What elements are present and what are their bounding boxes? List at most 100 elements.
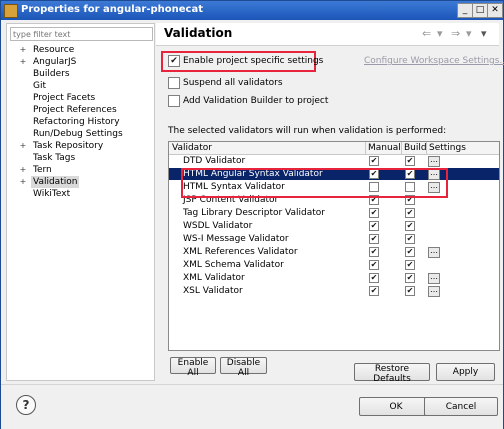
tree-item[interactable]: Run/Debug Settings bbox=[7, 128, 154, 140]
settings-button[interactable]: … bbox=[428, 156, 440, 167]
table-row[interactable]: XML References Validator ✔ ✔ … bbox=[169, 246, 499, 258]
apply-button[interactable]: Apply bbox=[436, 363, 495, 381]
settings-button[interactable]: … bbox=[428, 273, 440, 284]
table-row[interactable]: WSDL Validator ✔ ✔ bbox=[169, 220, 499, 232]
forward-dropdown-icon[interactable]: ▾ bbox=[466, 27, 472, 40]
tree-item-label: Run/Debug Settings bbox=[33, 129, 123, 139]
tree-item[interactable]: WikiText bbox=[7, 188, 154, 200]
validation-page: Validation ⇐ ▾ ⇒ ▾ ▾ ✔ Enable project sp… bbox=[156, 23, 504, 379]
tree-item[interactable]: Git bbox=[7, 80, 154, 92]
build-checkbox[interactable]: ✔ bbox=[405, 260, 415, 270]
expand-icon[interactable]: + bbox=[19, 176, 27, 188]
properties-dialog: Properties for angular-phonecat _ □ ✕ + R… bbox=[0, 0, 504, 429]
enable-project-settings-label: Enable project specific settings bbox=[183, 56, 324, 66]
navigation-panel: + Resource + AngularJS Builders Git Project Fa… bbox=[6, 23, 155, 381]
build-checkbox[interactable]: ✔ bbox=[405, 208, 415, 218]
build-checkbox[interactable]: ✔ bbox=[405, 234, 415, 244]
expand-icon[interactable]: + bbox=[19, 56, 27, 68]
validator-name: WS-I Message Validator bbox=[183, 234, 289, 244]
validator-name: XML Validator bbox=[183, 273, 245, 283]
table-row[interactable]: Tag Library Descriptor Validator ✔ ✔ bbox=[169, 207, 499, 219]
tree-item-label: Project Facets bbox=[33, 93, 96, 103]
view-menu-icon[interactable]: ▾ bbox=[481, 27, 487, 40]
expand-icon[interactable]: + bbox=[19, 164, 27, 176]
expand-icon[interactable]: + bbox=[19, 140, 27, 152]
configure-workspace-link[interactable]: Configure Workspace Settings... bbox=[364, 56, 504, 66]
back-arrow-icon[interactable]: ⇐ bbox=[422, 27, 431, 40]
manual-checkbox[interactable]: ✔ bbox=[369, 234, 379, 244]
back-dropdown-icon[interactable]: ▾ bbox=[437, 27, 443, 40]
cancel-button[interactable]: Cancel bbox=[424, 397, 498, 416]
ok-button[interactable]: OK bbox=[359, 397, 433, 416]
tree-item-label: Task Repository bbox=[33, 141, 104, 151]
expand-icon[interactable]: + bbox=[19, 44, 27, 56]
manual-checkbox[interactable]: ✔ bbox=[369, 156, 379, 166]
add-builder-label: Add Validation Builder to project bbox=[183, 96, 329, 106]
tree-item[interactable]: + Resource bbox=[7, 44, 154, 56]
build-checkbox[interactable]: ✔ bbox=[405, 286, 415, 296]
help-icon[interactable]: ? bbox=[16, 395, 36, 415]
window-title: Properties for angular-phonecat bbox=[21, 4, 203, 15]
manual-checkbox[interactable]: ✔ bbox=[369, 273, 379, 283]
column-manual[interactable]: Manual bbox=[365, 142, 402, 154]
tree-item[interactable]: Refactoring History bbox=[7, 116, 154, 128]
tree-item-label: Project References bbox=[33, 105, 117, 115]
tree-item-label: Git bbox=[33, 81, 47, 91]
tree-item[interactable]: + AngularJS bbox=[7, 56, 154, 68]
tree-item[interactable]: + Task Repository bbox=[7, 140, 154, 152]
title-bar[interactable]: Properties for angular-phonecat _ □ ✕ bbox=[1, 1, 503, 20]
column-validator[interactable]: Validator bbox=[169, 142, 366, 154]
build-checkbox[interactable]: ✔ bbox=[405, 156, 415, 166]
app-icon bbox=[4, 4, 18, 18]
angular-validator-highlight-box bbox=[181, 168, 448, 198]
manual-checkbox[interactable]: ✔ bbox=[369, 260, 379, 270]
table-row[interactable]: XSL Validator ✔ ✔ … bbox=[169, 285, 499, 297]
minimize-icon[interactable]: _ bbox=[457, 3, 473, 18]
settings-button[interactable]: … bbox=[428, 286, 440, 297]
manual-checkbox[interactable]: ✔ bbox=[369, 221, 379, 231]
build-checkbox[interactable]: ✔ bbox=[405, 247, 415, 257]
manual-checkbox[interactable]: ✔ bbox=[369, 286, 379, 296]
table-header: Validator Manual Build Settings bbox=[169, 142, 499, 155]
manual-checkbox[interactable]: ✔ bbox=[369, 247, 379, 257]
restore-defaults-button[interactable]: Restore Defaults bbox=[354, 363, 430, 384]
build-checkbox[interactable]: ✔ bbox=[405, 273, 415, 283]
page-title: Validation bbox=[164, 26, 233, 40]
tree-item-label: Builders bbox=[33, 69, 70, 79]
table-row[interactable]: WS-I Message Validator ✔ ✔ bbox=[169, 233, 499, 245]
info-text: The selected validators will run when va… bbox=[168, 126, 447, 136]
column-settings[interactable]: Settings bbox=[426, 142, 499, 154]
validator-name: Tag Library Descriptor Validator bbox=[183, 208, 325, 218]
tree-item-label: Resource bbox=[33, 45, 75, 55]
maximize-icon[interactable]: □ bbox=[472, 3, 488, 18]
table-row[interactable]: DTD Validator ✔ ✔ … bbox=[169, 155, 499, 167]
tree-item[interactable]: Builders bbox=[7, 68, 154, 80]
tree-item[interactable]: Project References bbox=[7, 104, 154, 116]
enable-all-button[interactable]: Enable All bbox=[170, 357, 216, 378]
table-row[interactable]: XML Validator ✔ ✔ … bbox=[169, 272, 499, 284]
column-build[interactable]: Build bbox=[401, 142, 427, 154]
disable-all-button[interactable]: Disable All bbox=[220, 357, 267, 378]
suspend-validators-checkbox[interactable] bbox=[168, 77, 180, 89]
tree-item[interactable]: + Tern bbox=[7, 164, 154, 176]
filter-input[interactable] bbox=[10, 27, 153, 41]
manual-checkbox[interactable]: ✔ bbox=[369, 208, 379, 218]
tree-item-label: WikiText bbox=[33, 189, 71, 199]
tree-item-label: Task Tags bbox=[33, 153, 76, 163]
validator-name: XML Schema Validator bbox=[183, 260, 284, 270]
build-checkbox[interactable]: ✔ bbox=[405, 221, 415, 231]
close-icon[interactable]: ✕ bbox=[487, 3, 503, 18]
tree-item[interactable]: Project Facets bbox=[7, 92, 154, 104]
add-builder-checkbox[interactable] bbox=[168, 95, 180, 107]
validator-name: XML References Validator bbox=[183, 247, 298, 257]
tree-item-label: Refactoring History bbox=[33, 117, 120, 127]
validator-name: XSL Validator bbox=[183, 286, 243, 296]
tree-item[interactable]: Task Tags bbox=[7, 152, 154, 164]
validator-name: WSDL Validator bbox=[183, 221, 253, 231]
settings-button[interactable]: … bbox=[428, 247, 440, 258]
tree-item[interactable]: + Validation bbox=[7, 176, 154, 188]
table-row[interactable]: XML Schema Validator ✔ ✔ bbox=[169, 259, 499, 271]
enable-project-settings-checkbox[interactable]: ✔ bbox=[168, 55, 180, 67]
validator-name: DTD Validator bbox=[183, 156, 246, 166]
forward-arrow-icon[interactable]: ⇒ bbox=[451, 27, 460, 40]
